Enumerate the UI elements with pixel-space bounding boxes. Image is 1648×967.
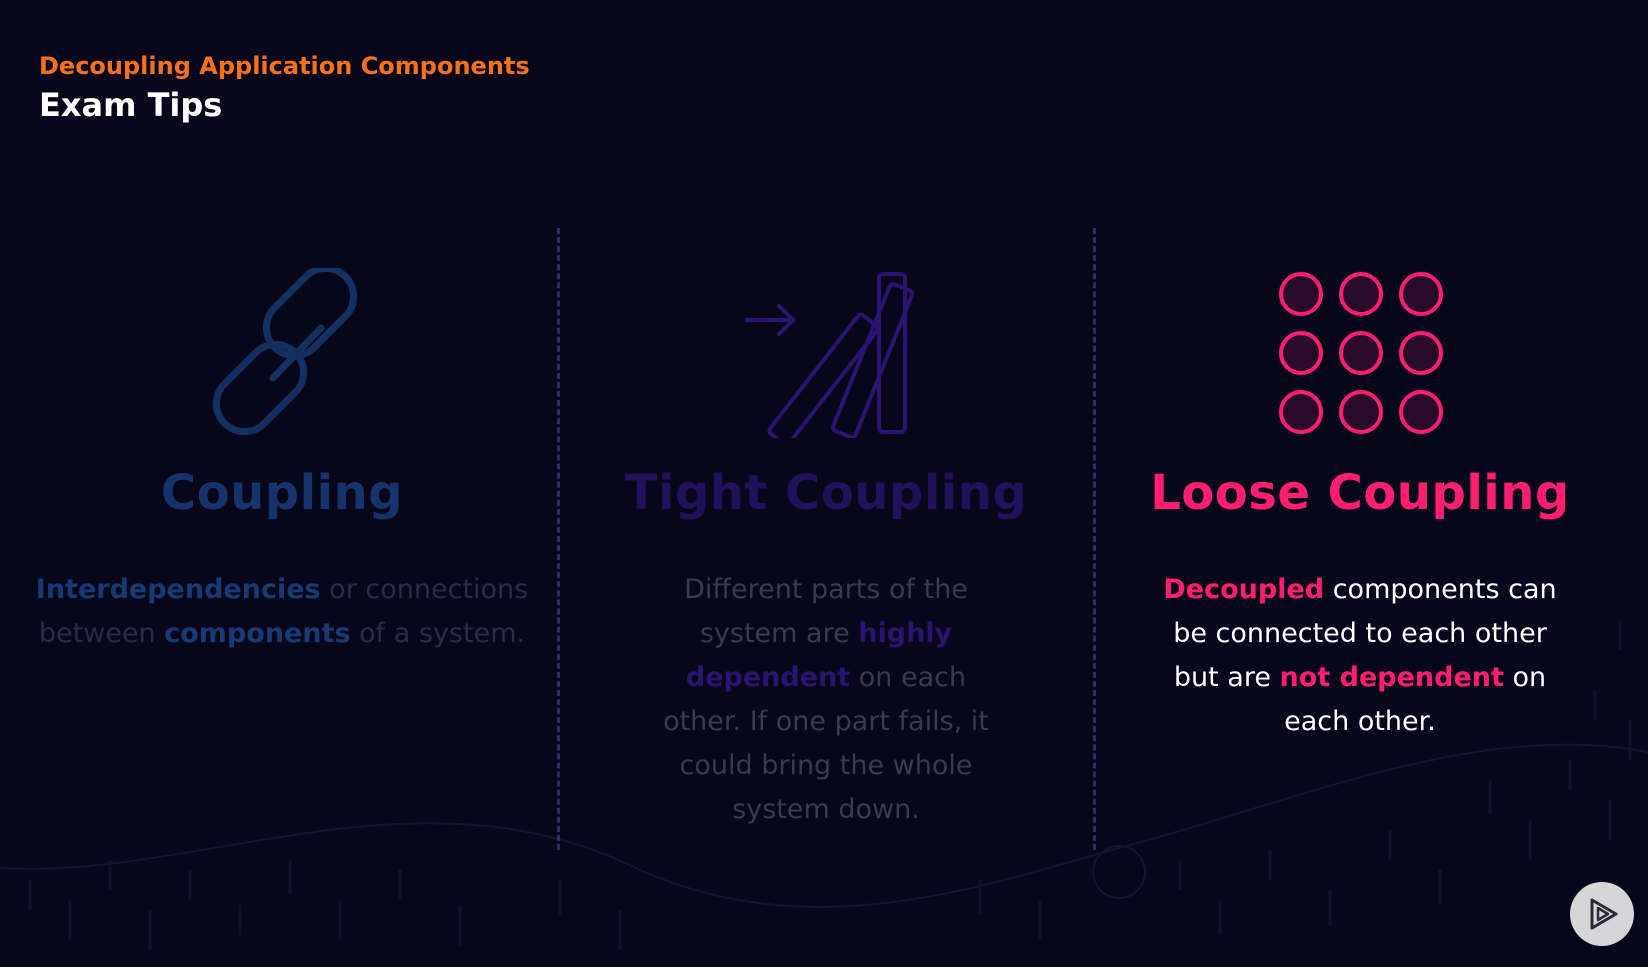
chain-link-icon — [212, 268, 358, 436]
tight-coupling-heading: Tight Coupling — [624, 465, 1028, 521]
loose-coupling-description: Decoupled components can be connected to… — [1163, 574, 1557, 737]
loose-coupling-term-decoupled: Decoupled — [1163, 574, 1325, 605]
coupling-description: Interdependencies or connections between… — [35, 574, 529, 649]
tight-coupling-column: Tight Coupling Different parts of the sy… — [566, 0, 1086, 967]
coupling-column: Coupling Interdependencies or connection… — [22, 0, 542, 967]
coupling-heading: Coupling — [160, 465, 404, 521]
coupling-term-components: components — [164, 618, 351, 649]
play-icon — [1590, 898, 1618, 930]
dot-grid-icon — [1279, 272, 1443, 434]
column-divider — [557, 228, 560, 850]
loose-coupling-column: Loose Coupling Decoupled components can … — [1100, 0, 1620, 967]
coupling-term-interdependencies: Interdependencies — [35, 574, 321, 605]
loose-coupling-heading: Loose Coupling — [1150, 465, 1570, 521]
tight-coupling-description: Different parts of the system are highly… — [663, 574, 989, 825]
falling-dominoes-icon — [745, 272, 915, 438]
column-divider — [1093, 228, 1096, 850]
loose-coupling-term-not-dependent: not dependent — [1279, 662, 1504, 693]
play-button[interactable] — [1570, 882, 1634, 946]
